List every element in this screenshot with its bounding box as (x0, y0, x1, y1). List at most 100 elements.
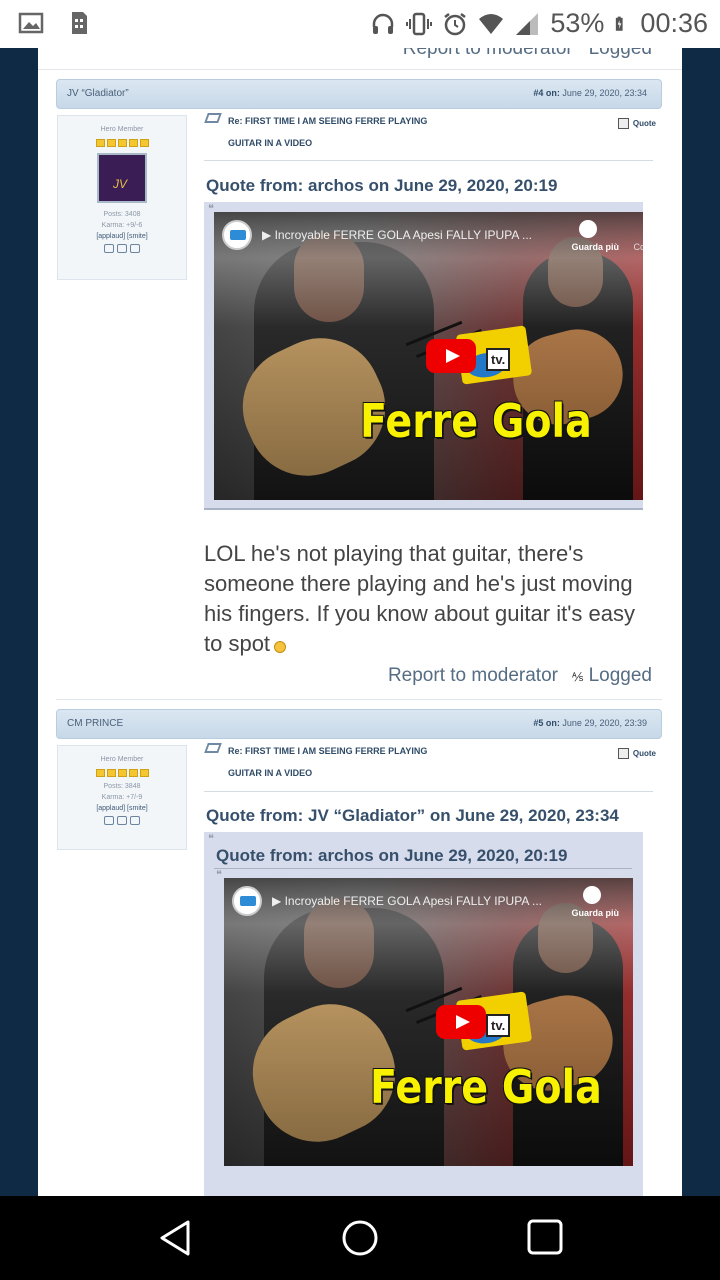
report-link[interactable]: Report to moderator (388, 665, 558, 687)
member-rank: Hero Member (100, 756, 144, 763)
status-bar: 53% 00:36 (0, 0, 720, 48)
battery-icon (616, 16, 624, 31)
tv-label: tv. (486, 1014, 511, 1037)
email-icon[interactable] (117, 816, 127, 825)
report-link[interactable]: Report to moderator (403, 48, 573, 59)
forum-page: Report to moderator Logged JV “Gladiator… (38, 48, 682, 1196)
ip-logged-icon: ⅍ (571, 670, 584, 684)
post-icon (204, 113, 222, 123)
video-brand-text: Ferre Gola (360, 394, 592, 448)
karma-links[interactable]: [applaud] [smite] (58, 233, 186, 240)
channel-avatar-icon[interactable] (232, 886, 262, 916)
post-body-text: LOL he's not playing that guitar, there'… (204, 541, 635, 656)
quote-button[interactable]: Quote (617, 118, 656, 129)
rank-stars (58, 139, 186, 147)
rank-stars (58, 769, 186, 777)
post-number[interactable]: #5 (533, 718, 543, 728)
post-date: June 29, 2020, 23:39 (562, 718, 647, 728)
watch-later-label: Guarda più (571, 242, 619, 252)
post-meta: #5 on: June 29, 2020, 23:39 (533, 718, 647, 728)
post-footer-links: Report to moderator ⅍ Logged (388, 665, 652, 687)
post-author[interactable]: JV “Gladiator” (67, 88, 129, 99)
channel-avatar-icon[interactable] (222, 220, 252, 250)
post-on-label: on: (545, 88, 560, 98)
quote-button[interactable]: Quote (617, 748, 656, 759)
vibrate-icon (406, 12, 433, 35)
post-date: June 29, 2020, 23:34 (562, 88, 647, 98)
post-on-label: on: (545, 718, 560, 728)
back-icon[interactable] (156, 1218, 194, 1258)
video-embed[interactable]: ▶ Incroyable FERRE GOLA Apesi FALLY IPUP… (214, 212, 643, 500)
profile-icons (58, 816, 186, 825)
subject-line-1: Re: FIRST TIME I AM SEEING FERRE PLAYING (228, 746, 428, 756)
profile-icon[interactable] (104, 244, 114, 253)
quote-header[interactable]: Quote from: archos on June 29, 2020, 20:… (206, 176, 557, 196)
navigation-bar (0, 1196, 720, 1280)
clock-time: 00:36 (640, 8, 708, 38)
watch-later-label: Guarda più (571, 908, 619, 918)
post-count: Posts: 3848 (103, 783, 141, 790)
subject-divider (204, 160, 653, 161)
share-label: Co (633, 242, 643, 252)
play-button-icon[interactable] (426, 339, 476, 373)
home-icon[interactable] (340, 1218, 380, 1258)
quote-button-label: Quote (632, 749, 656, 758)
quote-mark-icon: ❝ (208, 833, 214, 845)
post-subject[interactable]: Re: FIRST TIME I AM SEEING FERRE PLAYING… (204, 110, 626, 154)
video-title[interactable]: ▶ Incroyable FERRE GOLA Apesi FALLY IPUP… (262, 228, 532, 242)
post-number[interactable]: #4 (533, 88, 543, 98)
quote-header[interactable]: Quote from: JV “Gladiator” on June 29, 2… (206, 806, 619, 826)
previous-post-footer: Report to moderator Logged (38, 48, 682, 70)
quote-icon (617, 118, 629, 129)
pm-icon[interactable] (130, 244, 140, 253)
poster-info: Hero Member Posts: 3848 Karma: +7/-9 [ap… (57, 745, 187, 850)
post-header: CM PRINCE #5 on: June 29, 2020, 23:39 (56, 709, 662, 739)
signal-icon (516, 12, 539, 35)
subject-line-2: GUITAR IN A VIDEO (228, 768, 313, 778)
headset-icon (373, 13, 394, 34)
subject-line-1: Re: FIRST TIME I AM SEEING FERRE PLAYING (228, 116, 428, 126)
karma: Karma: +9/-6 (101, 222, 143, 229)
battery-percent: 53% (550, 8, 605, 38)
post-header: JV “Gladiator” #4 on: June 29, 2020, 23:… (56, 79, 662, 109)
karma: Karma: +7/-9 (101, 794, 143, 801)
email-icon[interactable] (117, 244, 127, 253)
profile-icon[interactable] (104, 816, 114, 825)
quote-icon (617, 748, 629, 759)
member-rank: Hero Member (100, 126, 144, 133)
profile-icons (58, 244, 186, 253)
quote-mark-icon: ❝ (216, 869, 222, 881)
avatar[interactable]: JV (97, 153, 147, 203)
recents-icon[interactable] (526, 1218, 564, 1256)
video-brand-text: Ferre Gola (370, 1060, 602, 1114)
quote-button-label: Quote (632, 119, 656, 128)
tv-label: tv. (486, 348, 511, 371)
poster-info: Hero Member JV Posts: 3408 Karma: +9/-6 … (57, 115, 187, 280)
watch-later-icon[interactable] (583, 886, 601, 904)
subject-divider (204, 791, 653, 792)
post-subject[interactable]: Re: FIRST TIME I AM SEEING FERRE PLAYING… (204, 740, 626, 784)
watch-later-icon[interactable] (579, 220, 597, 238)
post-author[interactable]: CM PRINCE (67, 718, 123, 729)
grin-emoji-icon (274, 641, 287, 653)
sim-icon (72, 12, 87, 34)
logged-label: ⅍ Logged (571, 665, 652, 686)
alarm-icon (444, 12, 467, 35)
play-button-icon[interactable] (436, 1005, 486, 1039)
previous-post-links: Report to moderator Logged (403, 48, 652, 60)
post-body: LOL he's not playing that guitar, there'… (204, 539, 644, 659)
post-separator (56, 699, 662, 700)
wifi-icon (479, 13, 504, 34)
post-meta: #4 on: June 29, 2020, 23:34 (533, 88, 647, 98)
pm-icon[interactable] (130, 816, 140, 825)
subject-line-2: GUITAR IN A VIDEO (228, 138, 313, 148)
post-icon (204, 743, 222, 753)
video-title[interactable]: ▶ Incroyable FERRE GOLA Apesi FALLY IPUP… (272, 894, 542, 908)
post-count: Posts: 3408 (103, 211, 141, 218)
karma-links[interactable]: [applaud] [smite] (58, 805, 186, 812)
nested-quote-header[interactable]: Quote from: archos on June 29, 2020, 20:… (216, 846, 567, 866)
quote-block: ❝ Quote from: archos on June 29, 2020, 2… (204, 832, 643, 1196)
gallery-icon (18, 12, 44, 34)
video-embed[interactable]: ▶ Incroyable FERRE GOLA Apesi FALLY IPUP… (224, 878, 633, 1166)
quote-block: ❝ ▶ Incroyable FERRE GOLA Apesi FALLY IP… (204, 202, 643, 510)
